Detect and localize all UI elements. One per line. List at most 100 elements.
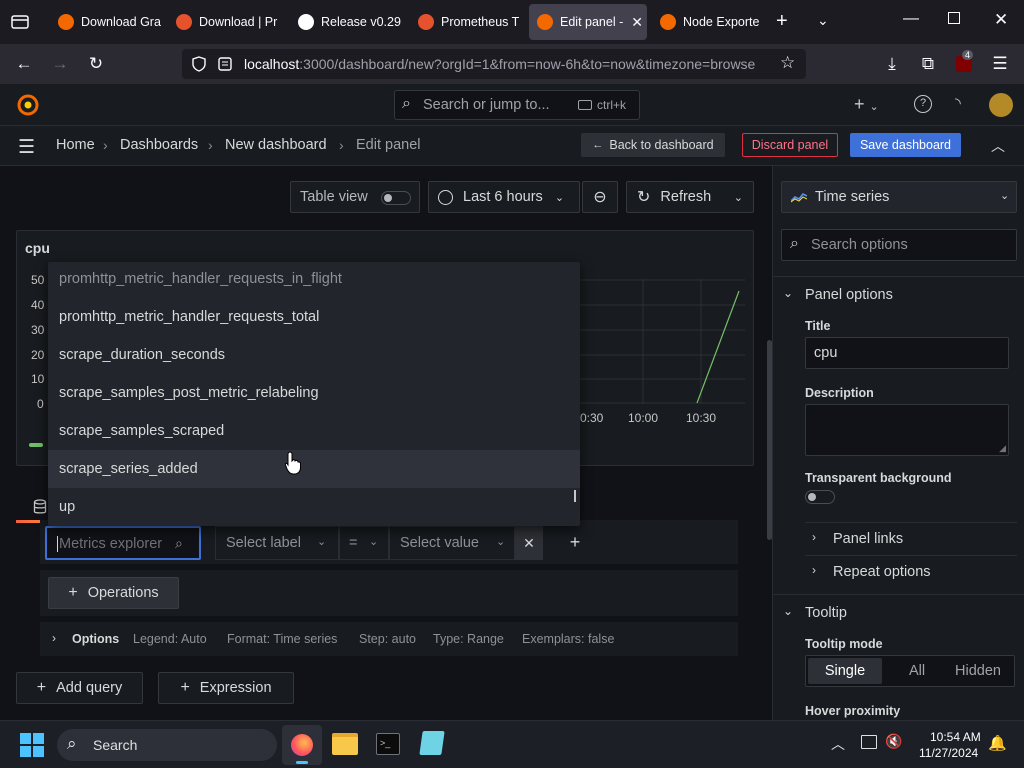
expression-button[interactable]: + Expression	[158, 672, 294, 704]
title-input[interactable]: cpu	[805, 337, 1009, 369]
text-cursor	[57, 536, 58, 552]
list-item[interactable]: scrape_samples_scraped	[48, 412, 580, 450]
maximize-icon[interactable]	[948, 12, 960, 24]
browser-tab-6[interactable]: Node Exporte	[652, 4, 764, 40]
browser-tab-2[interactable]: Download | Pr	[168, 4, 280, 40]
plus-icon: +	[180, 679, 190, 696]
dropdown-scrollbar[interactable]	[574, 490, 576, 502]
back-arrow-icon[interactable]: ←	[12, 52, 36, 76]
query-options-row[interactable]: › Options Legend: Auto Format: Time seri…	[40, 622, 738, 656]
browser-tab-1[interactable]: Download Gra	[50, 4, 162, 40]
terminal-app-icon[interactable]: >_	[376, 733, 400, 755]
transparent-background-toggle[interactable]	[805, 490, 835, 504]
operator-select[interactable]: = ⌄	[339, 526, 389, 560]
user-avatar[interactable]	[989, 93, 1013, 117]
collapse-chevron-up-icon[interactable]: ︿	[991, 136, 1005, 156]
discard-panel-button[interactable]: Discard panel	[742, 133, 838, 157]
windows-start-icon[interactable]	[20, 733, 44, 757]
help-icon[interactable]: ?	[914, 95, 932, 113]
tooltip-section[interactable]: Tooltip	[805, 605, 847, 621]
breadcrumb-separator-icon: ›	[103, 137, 108, 153]
bookmark-star-icon[interactable]: ☆	[780, 53, 795, 73]
tooltip-mode-hidden[interactable]: Hidden	[942, 658, 1014, 684]
panel-links-section[interactable]: Panel links	[833, 531, 903, 547]
close-icon: ✕	[523, 535, 535, 551]
extensions-icon[interactable]: ⧉	[916, 52, 940, 76]
volume-muted-icon[interactable]: 🔇	[885, 733, 902, 750]
tooltip-mode-single[interactable]: Single	[808, 658, 882, 684]
add-filter-button[interactable]: +	[560, 526, 590, 560]
back-to-dashboard-button[interactable]: ← Back to dashboard	[581, 133, 725, 157]
notification-bell-icon[interactable]: 🔔	[988, 734, 1007, 752]
legend-color-swatch[interactable]	[29, 443, 43, 447]
breadcrumb-dashboards[interactable]: Dashboards	[120, 137, 198, 153]
repeat-options-section[interactable]: Repeat options	[833, 564, 931, 580]
page-info-icon[interactable]	[218, 56, 232, 72]
notepad-app-icon[interactable]	[419, 731, 445, 755]
forward-arrow-icon[interactable]: →	[48, 52, 72, 76]
browser-tab-3[interactable]: Release v0.29.	[290, 4, 402, 40]
reload-icon[interactable]: ↻	[84, 52, 108, 76]
menu-hamburger-icon[interactable]: ☰	[18, 136, 35, 159]
chevron-down-icon: ⌄	[496, 536, 506, 548]
time-range-picker[interactable]: Last 6 hours ⌄	[428, 181, 580, 213]
list-item[interactable]: scrape_samples_post_metric_relabeling	[48, 374, 580, 412]
select-value-dropdown[interactable]: Select value ⌄	[389, 526, 515, 560]
shield-icon[interactable]	[192, 56, 206, 72]
list-item[interactable]: promhttp_metric_handler_requests_in_flig…	[48, 262, 580, 298]
description-textarea[interactable]: ◢	[805, 404, 1009, 456]
plus-icon: +	[68, 584, 78, 601]
add-query-button[interactable]: + Add query	[16, 672, 143, 704]
breadcrumb-home[interactable]: Home	[56, 137, 95, 153]
browser-tab-active[interactable]: Edit panel - ✕	[529, 4, 647, 40]
firefox-app-icon[interactable]	[282, 725, 322, 765]
list-item[interactable]: scrape_duration_seconds	[48, 336, 580, 374]
select-label-dropdown[interactable]: Select label ⌄	[215, 526, 339, 560]
search-options-input[interactable]: ⌕ Search options	[781, 229, 1017, 261]
breadcrumb-new-dashboard[interactable]: New dashboard	[225, 137, 327, 153]
search-icon: ⌕	[175, 535, 183, 551]
browser-tab-4[interactable]: Prometheus T	[410, 4, 522, 40]
news-rss-icon[interactable]: ◝	[955, 94, 961, 112]
clock-time[interactable]: 10:54 AM	[930, 730, 981, 744]
show-hidden-icons-chevron-icon[interactable]: ︿	[831, 734, 845, 754]
url-bar[interactable]: localhost:3000/dashboard/new?orgId=1&fro…	[182, 49, 806, 79]
remove-filter-button[interactable]: ✕	[515, 526, 543, 560]
minimize-icon[interactable]: —	[903, 10, 919, 28]
tooltip-mode-all[interactable]: All	[892, 658, 942, 684]
taskbar-search-box[interactable]: ⌕ Search	[57, 729, 277, 761]
zoom-out-button[interactable]: ⊖	[582, 181, 618, 213]
downloads-icon[interactable]: ⤓	[880, 52, 904, 76]
new-tab-icon[interactable]: +	[776, 10, 788, 33]
table-view-toggle[interactable]: Table view	[290, 181, 420, 213]
close-tab-icon[interactable]: ✕	[631, 14, 643, 31]
list-item-hovered[interactable]: scrape_series_added	[48, 450, 580, 488]
refresh-button[interactable]: ↻ Refresh ⌄	[626, 181, 754, 213]
operations-button[interactable]: + Operations	[48, 577, 179, 609]
add-plus-icon[interactable]: + ⌄	[854, 94, 879, 115]
divider	[805, 522, 1017, 523]
tab-overview-icon[interactable]	[10, 12, 30, 32]
panel-options-section[interactable]: Panel options	[805, 287, 893, 303]
extension-badge: 4	[962, 50, 974, 60]
search-icon: ⌕	[790, 235, 799, 252]
network-icon[interactable]	[861, 735, 877, 749]
x-tick: 10:00	[628, 411, 659, 425]
clock-date[interactable]: 11/27/2024	[919, 746, 978, 760]
tab-list-chevron-icon[interactable]: ⌄	[817, 12, 829, 29]
y-tick: 20	[31, 348, 45, 362]
database-icon[interactable]	[33, 499, 47, 515]
url-text[interactable]: localhost:3000/dashboard/new?orgId=1&fro…	[244, 56, 769, 72]
close-window-icon[interactable]: ✕	[994, 10, 1008, 30]
metrics-explorer-input[interactable]: Metrics explorer ⌕	[45, 526, 201, 560]
list-item[interactable]: up	[48, 488, 580, 526]
chevron-right-icon: ›	[52, 631, 56, 645]
toggle-switch[interactable]	[381, 191, 411, 205]
list-item[interactable]: promhttp_metric_handler_requests_total	[48, 298, 580, 336]
search-jump-input[interactable]: ⌕ Search or jump to... ctrl+k	[394, 90, 640, 120]
grafana-logo-icon[interactable]	[16, 93, 40, 117]
visualization-picker[interactable]: Time series ⌄	[781, 181, 1017, 213]
menu-hamburger-icon[interactable]: ☰	[988, 52, 1012, 76]
file-explorer-app-icon[interactable]	[332, 733, 358, 755]
save-dashboard-button[interactable]: Save dashboard	[850, 133, 961, 157]
